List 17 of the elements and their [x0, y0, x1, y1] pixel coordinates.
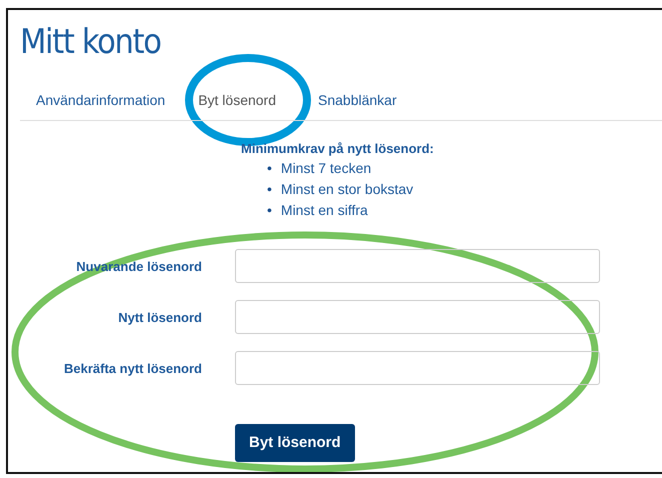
bullet: •: [267, 159, 272, 178]
tab[interactable]: Användarinformation: [26, 92, 178, 108]
requirement-item: Minst 7 tecken: [280, 159, 372, 178]
submit-button[interactable]: Byt lösenord: [235, 424, 355, 462]
page-title: Mitt konto: [20, 22, 161, 62]
requirement-item: Minst en stor bokstav: [280, 180, 414, 199]
password-field[interactable]: [235, 351, 600, 385]
requirements-heading: Minimumkrav på nytt lösenord:: [241, 141, 434, 156]
requirement-item: Minst en siffra: [280, 201, 368, 220]
field-label: Bekräfta nytt lösenord: [64, 360, 202, 376]
bullet: •: [267, 201, 272, 220]
tab[interactable]: Snabblänkar: [308, 92, 410, 108]
tab[interactable]: Byt lösenord: [178, 92, 308, 108]
password-field[interactable]: [235, 300, 600, 334]
password-field[interactable]: [235, 249, 600, 283]
field-label: Nytt lösenord: [118, 310, 202, 324]
bullet: •: [267, 180, 272, 199]
